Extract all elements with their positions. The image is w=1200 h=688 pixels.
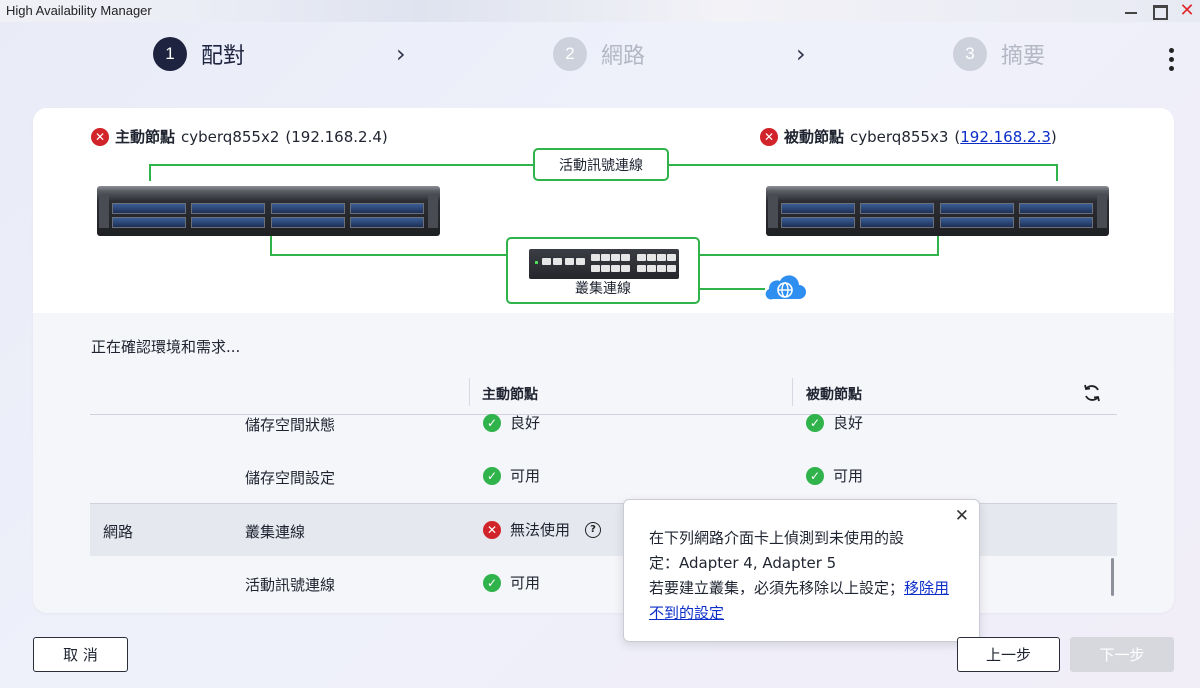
cluster-line-left [270, 254, 507, 256]
maximize-icon[interactable] [1150, 2, 1168, 20]
passive-node-ip-link[interactable]: 192.168.2.3 [960, 128, 1051, 146]
chevron-right-icon: › [396, 40, 406, 68]
step-network: 2 網路 [553, 37, 645, 71]
table-row-passive-status: ✓ 可用 [806, 465, 863, 486]
cluster-line-right [699, 254, 939, 256]
passive-node-role: 被動節點 [784, 128, 845, 146]
step-label: 摘要 [1001, 44, 1046, 69]
window-title: High Availability Manager [6, 3, 152, 18]
step-label: 配對 [201, 44, 246, 69]
heartbeat-line-left [149, 164, 534, 166]
window-controls: ✕ [1122, 0, 1196, 22]
close-icon[interactable]: ✕ [955, 506, 969, 526]
primary-node-ip: 192.168.2.4 [291, 127, 382, 146]
header-passive-node: 被動節點 [806, 387, 862, 403]
check-icon: ✓ [806, 466, 824, 485]
heartbeat-line-right [668, 164, 1058, 166]
more-options-icon[interactable] [1168, 48, 1174, 71]
check-icon: ✓ [483, 413, 501, 432]
check-icon: ✓ [483, 573, 501, 592]
refresh-icon[interactable] [1082, 383, 1102, 403]
cluster-error-popover: ✕ 在下列網路介面卡上偵測到未使用的設 定：Adapter 4, Adapter… [623, 499, 980, 642]
check-icon: ✓ [483, 466, 501, 485]
help-icon[interactable]: ? [585, 521, 602, 538]
popover-message: 在下列網路介面卡上偵測到未使用的設 定：Adapter 4, Adapter 5… [649, 529, 950, 622]
error-icon: ✕ [760, 127, 778, 146]
internet-line [699, 288, 765, 290]
column-divider [792, 378, 793, 406]
pairing-card: ✕ 主動節點 cyberq855x2 (192.168.2.4) ✕ 被動節點 … [33, 108, 1174, 613]
passive-node-host: cyberq855x3 [850, 127, 949, 146]
cluster-line-left-drop [270, 236, 272, 256]
table-row-group: 網路 [103, 523, 134, 541]
table-row-item: 活動訊號連線 [245, 576, 336, 594]
close-window-icon[interactable]: ✕ [1178, 2, 1196, 20]
chevron-right-icon: › [796, 40, 806, 68]
header-primary-node: 主動節點 [482, 387, 538, 403]
table-row-primary-status: ✓ 可用 [483, 465, 540, 486]
primary-node-host: cyberq855x2 [181, 127, 280, 146]
passive-node-label: ✕ 被動節點 cyberq855x3 (192.168.2.3) [760, 126, 1057, 147]
heartbeat-line-left-drop [149, 164, 151, 181]
internet-globe-icon [765, 275, 806, 300]
table-row-primary-status: ✕ 無法使用 ? [483, 519, 602, 540]
next-step-button[interactable]: 下一步 [1070, 637, 1174, 672]
table-row-item: 叢集連線 [245, 523, 306, 541]
cancel-button[interactable]: 取 消 [33, 637, 128, 672]
network-switch-image [529, 249, 679, 279]
title-bar: High Availability Manager ✕ [0, 0, 1200, 22]
step-number: 2 [553, 37, 587, 71]
primary-node-label: ✕ 主動節點 cyberq855x2 (192.168.2.4) [91, 126, 388, 147]
checking-status-text: 正在確認環境和需求... [91, 338, 241, 356]
primary-node-role: 主動節點 [115, 128, 176, 146]
table-row-item: 儲存空間設定 [245, 469, 336, 487]
check-icon: ✓ [806, 413, 824, 432]
minimize-icon[interactable] [1122, 2, 1140, 20]
table-row-primary-status: ✓ 可用 [483, 572, 540, 593]
cluster-line-right-drop [937, 236, 939, 256]
step-number: 1 [153, 37, 187, 71]
step-number: 3 [953, 37, 987, 71]
primary-nas-image [97, 186, 440, 236]
previous-step-button[interactable]: 上一步 [957, 637, 1060, 672]
cluster-connection-box: 叢集連線 [506, 237, 700, 304]
topology-diagram: ✕ 主動節點 cyberq855x2 (192.168.2.4) ✕ 被動節點 … [33, 108, 1174, 313]
error-icon: ✕ [91, 127, 109, 146]
column-divider [469, 378, 470, 406]
step-summary: 3 摘要 [953, 37, 1045, 71]
step-pairing: 1 配對 [153, 37, 245, 71]
heartbeat-line-right-drop [1056, 164, 1058, 181]
cluster-connection-label: 叢集連線 [575, 281, 631, 297]
table-row-item: 儲存空間狀態 [245, 416, 336, 434]
table-row-passive-status: ✓ 良好 [806, 412, 863, 433]
table-scrollbar[interactable] [1111, 558, 1114, 596]
step-label: 網路 [601, 44, 646, 69]
error-icon: ✕ [483, 520, 501, 539]
passive-nas-image [766, 186, 1109, 236]
table-row-primary-status: ✓ 良好 [483, 412, 540, 433]
heartbeat-connection-box: 活動訊號連線 [533, 148, 669, 181]
